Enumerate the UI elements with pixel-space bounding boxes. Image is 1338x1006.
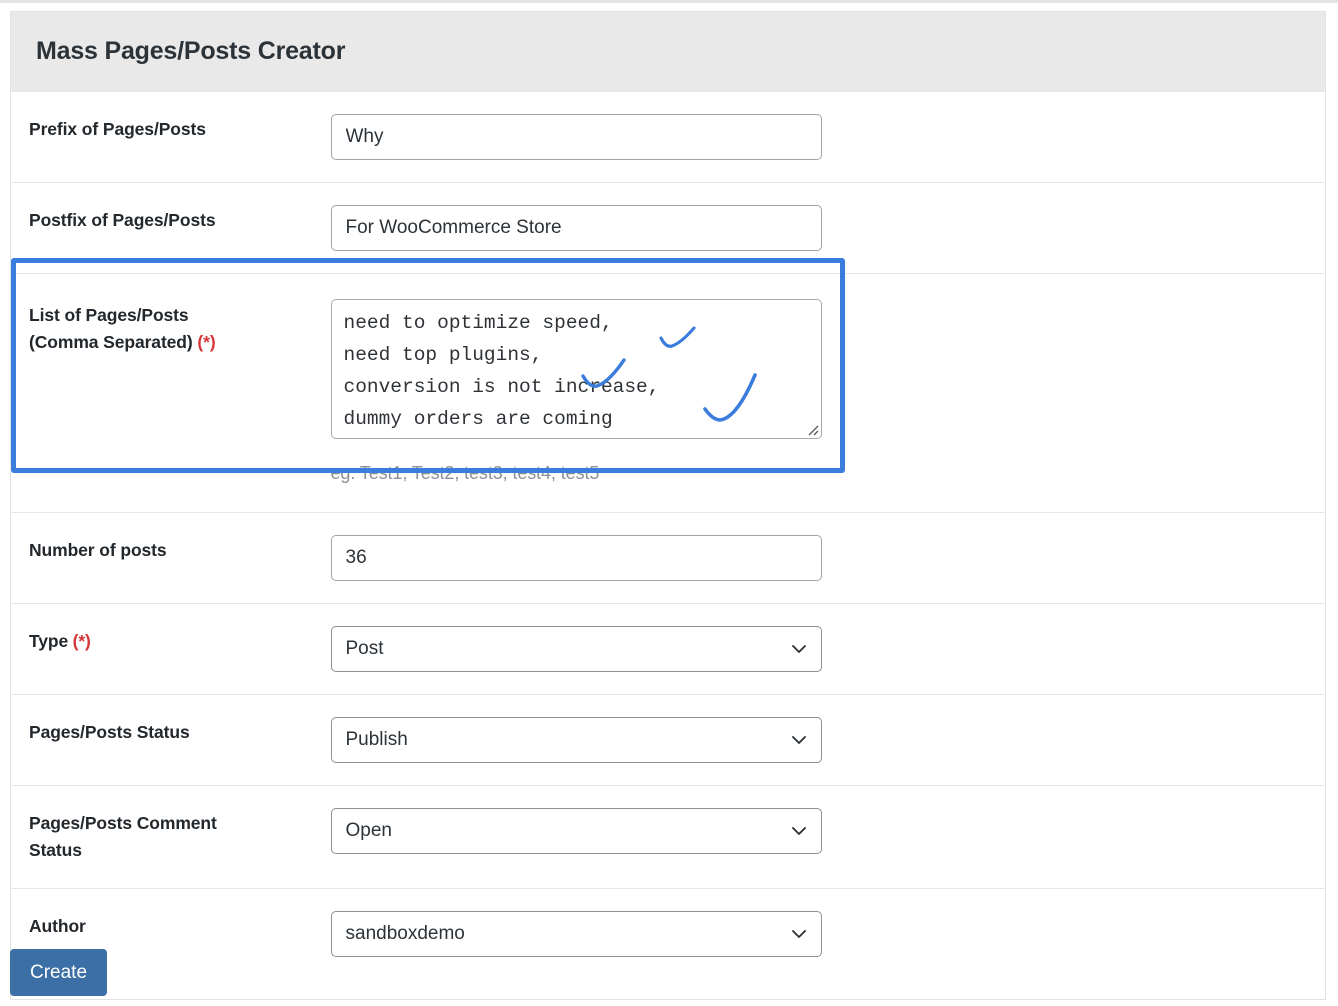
spacer-author — [852, 888, 1326, 1000]
number-of-posts-input[interactable] — [330, 535, 822, 581]
label-cell-type: Type (*) — [10, 603, 313, 695]
row-postfix: Postfix of Pages/Posts — [10, 182, 1326, 274]
panel-header-row: Mass Pages/Posts Creator — [10, 11, 1326, 92]
row-type: Type (*) Post — [10, 603, 1326, 695]
label-type: Type — [29, 631, 69, 651]
postfix-input[interactable] — [330, 205, 822, 251]
type-select-value[interactable]: Post — [330, 626, 822, 672]
mass-creator-panel: Mass Pages/Posts Creator Prefix of Pages… — [10, 11, 1326, 1001]
input-cell-number — [312, 512, 853, 604]
label-comment-status-line1: Pages/Posts Comment — [29, 813, 217, 833]
required-marker-type: (*) — [72, 631, 91, 651]
spacer-list — [852, 273, 1326, 513]
label-number-of-posts: Number of posts — [29, 540, 167, 560]
row-author: Author sandboxdemo — [10, 888, 1326, 1000]
type-select[interactable]: Post — [330, 626, 822, 672]
label-cell-postfix: Postfix of Pages/Posts — [10, 182, 313, 274]
label-list-line1: List of Pages/Posts — [29, 305, 189, 325]
row-status: Pages/Posts Status Publish — [10, 694, 1326, 786]
spacer-comment-status — [852, 784, 1326, 889]
comment-status-select[interactable]: Open — [330, 808, 822, 854]
status-select-value[interactable]: Publish — [330, 717, 822, 763]
create-button[interactable]: Create — [10, 949, 107, 996]
label-list-text2: (Comma Separated) — [29, 332, 193, 353]
label-cell-status: Pages/Posts Status — [10, 694, 313, 786]
row-comment-status: Pages/Posts Comment Status Open — [10, 784, 1326, 889]
spacer-status — [852, 694, 1326, 786]
row-list: List of Pages/Posts (Comma Separated) (*… — [10, 273, 1326, 513]
input-cell-status: Publish — [312, 694, 853, 786]
input-cell-postfix — [312, 182, 853, 274]
input-cell-list: need to optimize speed, need top plugins… — [312, 273, 853, 513]
author-select[interactable]: sandboxdemo — [330, 911, 822, 958]
page-top-strip — [0, 0, 1338, 3]
label-cell-prefix: Prefix of Pages/Posts — [10, 91, 313, 183]
input-cell-author: sandboxdemo — [312, 888, 853, 1000]
spacer-number — [852, 512, 1326, 604]
spacer-type — [852, 603, 1326, 695]
comment-status-select-value[interactable]: Open — [330, 808, 822, 854]
spacer-postfix — [852, 182, 1326, 274]
row-prefix: Prefix of Pages/Posts — [10, 91, 1326, 183]
label-status: Pages/Posts Status — [29, 722, 190, 742]
prefix-input[interactable] — [330, 114, 822, 160]
label-postfix: Postfix of Pages/Posts — [29, 210, 216, 230]
list-hint-text: eg. Test1, Test2, test3, test4, test5 — [330, 463, 600, 483]
input-cell-prefix — [312, 91, 853, 183]
settings-form-table: Mass Pages/Posts Creator Prefix of Pages… — [10, 11, 1326, 1001]
required-marker-list: (*) — [197, 332, 216, 353]
row-number-of-posts: Number of posts — [10, 512, 1326, 604]
input-cell-comment-status: Open — [312, 784, 853, 889]
panel-title: Mass Pages/Posts Creator — [36, 37, 346, 65]
label-cell-comment-status: Pages/Posts Comment Status — [10, 784, 313, 889]
label-list-line2: (Comma Separated) (*) — [29, 329, 299, 356]
label-cell-number: Number of posts — [10, 512, 313, 604]
input-cell-type: Post — [312, 603, 853, 695]
list-textarea-wrapper: need to optimize speed, need top plugins… — [330, 299, 822, 439]
author-select-value[interactable]: sandboxdemo — [330, 911, 822, 958]
label-author: Author — [29, 916, 86, 937]
label-comment-status-line2: Status — [29, 840, 82, 861]
spacer-prefix — [852, 91, 1326, 183]
label-prefix: Prefix of Pages/Posts — [29, 119, 206, 139]
list-textarea[interactable]: need to optimize speed, need top plugins… — [330, 299, 822, 439]
status-select[interactable]: Publish — [330, 717, 822, 763]
label-cell-list: List of Pages/Posts (Comma Separated) (*… — [10, 273, 313, 513]
